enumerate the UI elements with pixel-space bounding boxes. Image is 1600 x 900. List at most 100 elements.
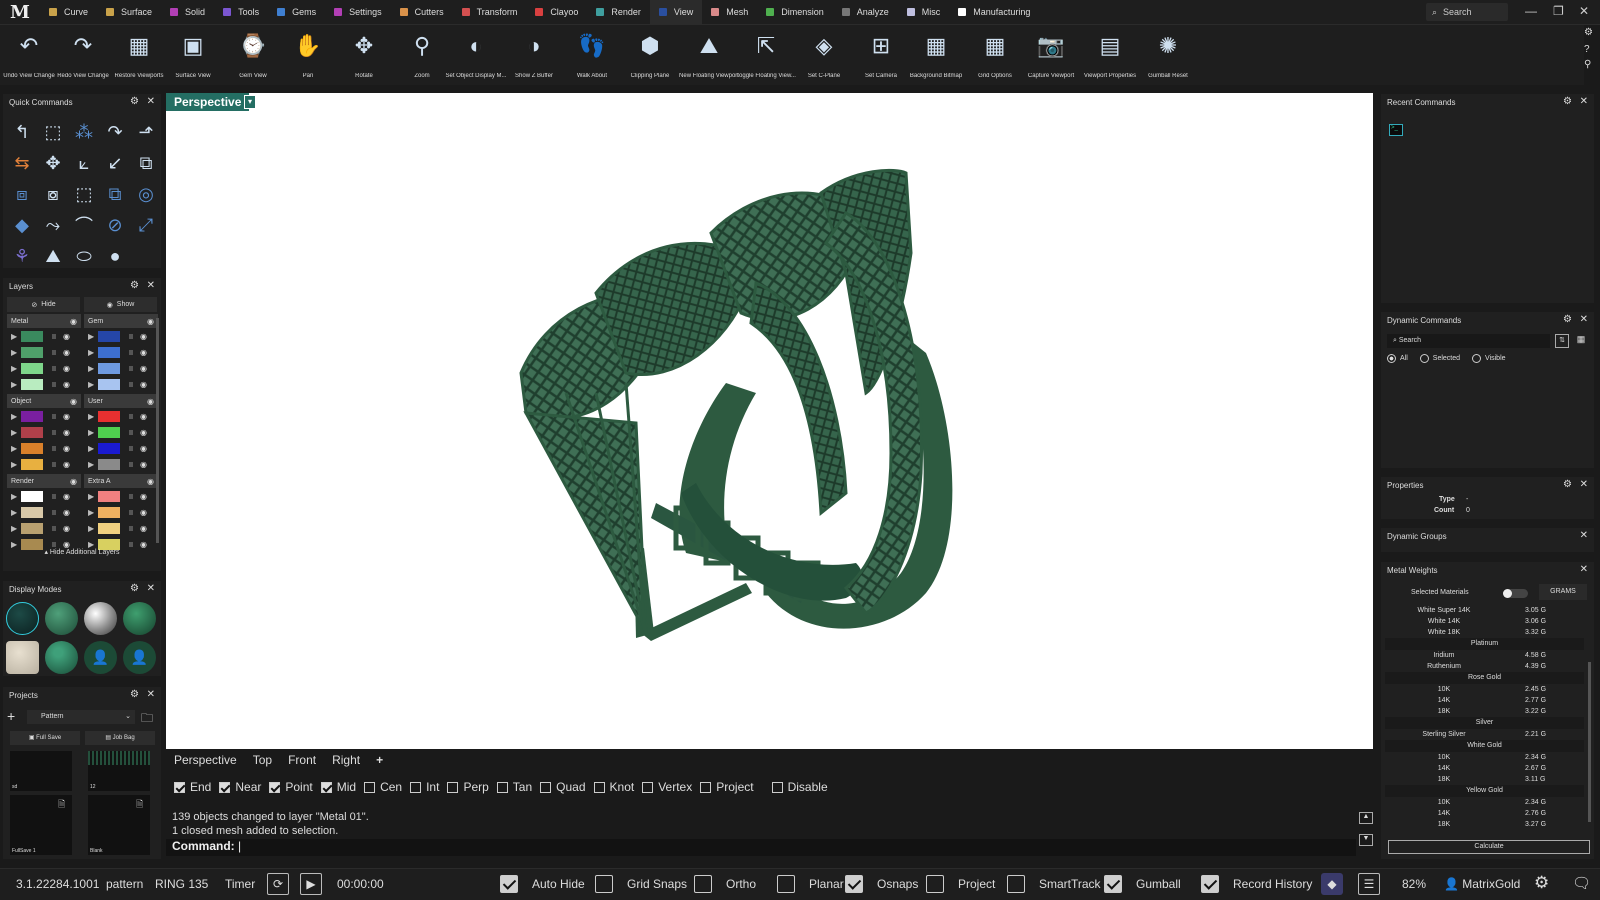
expand-icon[interactable]: ▶ [11, 444, 19, 453]
settings-gear-icon[interactable]: ⚙ [1534, 873, 1549, 893]
menu-tools[interactable]: Tools [214, 0, 268, 25]
panel-gear-icon[interactable]: ⚙ [1563, 96, 1572, 107]
tool-toggle-floating-view[interactable]: ⇱ Toggle Floating View... [736, 29, 796, 83]
quick-command-2-icon[interactable]: ⬚ [38, 117, 68, 147]
layer-color-swatch[interactable] [21, 330, 43, 342]
layer-color-swatch[interactable] [98, 410, 120, 422]
eye-icon[interactable]: ◉ [140, 428, 147, 437]
tool-rotate[interactable]: ✥ Rotate [335, 29, 393, 83]
display-mode-user-1[interactable]: 👤 [84, 641, 117, 674]
toggle-label[interactable]: Osnaps [877, 877, 918, 891]
lock-icon[interactable] [129, 461, 133, 467]
lock-icon[interactable] [129, 429, 133, 435]
radio-icon[interactable] [1387, 354, 1396, 363]
eye-icon[interactable]: ◉ [63, 444, 70, 453]
osnap-int[interactable]: Int [410, 780, 439, 794]
osnap-checkbox[interactable] [593, 781, 605, 793]
top-search-input[interactable]: ⌕ Search [1426, 3, 1508, 21]
eye-icon[interactable]: ◉ [140, 444, 147, 453]
expand-icon[interactable]: ▶ [11, 508, 19, 517]
layer-color-swatch[interactable] [21, 506, 43, 518]
eye-icon[interactable]: ◉ [63, 428, 70, 437]
layer-row[interactable]: ▶ ◉ [7, 376, 81, 392]
lock-icon[interactable] [52, 365, 56, 371]
osnap-checkbox[interactable] [496, 781, 508, 793]
eye-icon[interactable]: ◉ [63, 492, 70, 501]
eye-icon[interactable]: ◉ [140, 348, 147, 357]
lock-icon[interactable] [129, 493, 133, 499]
expand-icon[interactable]: ▶ [11, 364, 19, 373]
osnap-checkbox[interactable] [642, 781, 654, 793]
layer-group-header[interactable]: Object ◉ [7, 394, 81, 408]
menu-gems[interactable]: Gems [268, 0, 325, 25]
lock-icon[interactable] [52, 381, 56, 387]
calculate-button[interactable]: Calculate [1388, 840, 1590, 854]
app-logo[interactable]: M [0, 0, 40, 25]
toggle-label[interactable]: Grid Snaps [627, 877, 687, 891]
panel-close-icon[interactable]: ✕ [1580, 96, 1588, 107]
lock-icon[interactable] [129, 525, 133, 531]
expand-icon[interactable]: ▶ [88, 508, 96, 517]
layer-row[interactable]: ▶ ◉ [7, 344, 81, 360]
layer-color-swatch[interactable] [98, 506, 120, 518]
layer-group-header[interactable]: Gem ◉ [84, 314, 158, 328]
expand-icon[interactable]: ▶ [11, 412, 19, 421]
tool-new-floating-viewport[interactable]: ⛰ New Floating Viewport [679, 29, 739, 83]
layer-group-header[interactable]: Render ◉ [7, 474, 81, 488]
lock-icon[interactable] [52, 541, 56, 547]
full-save-button[interactable]: ▣ Full Save [10, 731, 80, 745]
layer-row[interactable]: ▶ ◉ [7, 360, 81, 376]
eye-icon[interactable]: ◉ [70, 317, 77, 326]
toggle-auto-hide-checkbox[interactable] [500, 875, 518, 893]
show-layers-button[interactable]: ◉ Show [84, 297, 157, 312]
layer-row[interactable]: ▶ ◉ [7, 328, 81, 344]
radio-icon[interactable] [1419, 354, 1429, 363]
expand-icon[interactable]: ▶ [11, 332, 19, 341]
layer-color-swatch[interactable] [98, 362, 120, 374]
osnap-checkbox[interactable] [771, 781, 783, 793]
notes-icon[interactable]: ☰ [1358, 873, 1380, 895]
hide-additional-layers-button[interactable]: ▴ Hide Additional Layers [3, 548, 161, 556]
lock-icon[interactable] [129, 509, 133, 515]
tool-clipping-plane[interactable]: ⬢ Clipping Plane [621, 29, 679, 83]
menu-cutters[interactable]: Cutters [391, 0, 453, 25]
display-mode-arctic[interactable] [6, 641, 39, 674]
timer-reset-icon[interactable]: ⟳ [267, 873, 289, 895]
display-mode-shaded[interactable] [45, 602, 78, 635]
panel-gear-icon[interactable]: ⚙ [1563, 314, 1572, 325]
eye-icon[interactable]: ◉ [140, 508, 147, 517]
add-viewport-tab-icon[interactable]: + [376, 753, 383, 767]
tool-viewport-properties[interactable]: ▤ Viewport Properties [1081, 29, 1139, 83]
expand-icon[interactable]: ▶ [11, 492, 19, 501]
lock-icon[interactable] [129, 541, 133, 547]
eye-icon[interactable]: ◉ [140, 492, 147, 501]
layer-row[interactable]: ▶ ◉ [7, 424, 81, 440]
layer-row[interactable]: ▶ ◉ [84, 424, 158, 440]
eye-icon[interactable]: ◉ [140, 412, 147, 421]
layer-color-swatch[interactable] [98, 426, 120, 438]
tool-background-bitmap[interactable]: ▦ Background Bitmap [907, 29, 965, 83]
osnap-disable[interactable]: Disable [771, 780, 828, 794]
display-mode-ghosted[interactable] [123, 602, 156, 635]
expand-icon[interactable]: ▶ [88, 364, 96, 373]
lock-icon[interactable] [52, 445, 56, 451]
tool-walk-about[interactable]: 👣 Walk About [563, 29, 621, 83]
close-window-icon[interactable]: ✕ [1579, 4, 1589, 18]
minimize-icon[interactable]: — [1525, 4, 1537, 18]
toggle-smarttrack-checkbox[interactable] [1007, 875, 1025, 893]
viewport-title-tab[interactable]: Perspective [166, 93, 250, 111]
layer-color-swatch[interactable] [98, 522, 120, 534]
osnap-checkbox[interactable] [700, 781, 712, 793]
toggle-label[interactable]: SmartTrack [1039, 877, 1101, 891]
lock-icon[interactable] [129, 365, 133, 371]
menu-settings[interactable]: Settings [325, 0, 391, 25]
quick-command-21-icon[interactable]: ⚘ [7, 241, 37, 271]
project-select[interactable]: Pattern ⌄ [27, 710, 135, 724]
osnap-quad[interactable]: Quad [540, 780, 586, 794]
tab-front[interactable]: Front [288, 753, 316, 767]
lock-icon[interactable] [129, 445, 133, 451]
panel-close-icon[interactable]: ✕ [147, 96, 155, 107]
osnap-checkbox[interactable] [447, 781, 459, 793]
toggle-project-checkbox[interactable] [926, 875, 944, 893]
tool-surface-view[interactable]: ▣ Surface View [164, 29, 222, 83]
